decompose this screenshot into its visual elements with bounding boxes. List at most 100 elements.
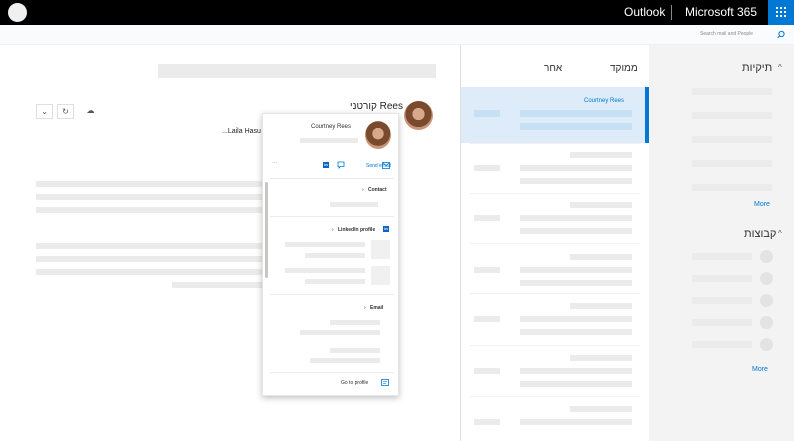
list-item[interactable]	[570, 254, 632, 260]
message-time	[474, 215, 500, 221]
message-time	[474, 419, 500, 425]
body-text-line	[36, 243, 262, 249]
favorites-more-link[interactable]: More	[754, 201, 770, 208]
row-separator	[470, 243, 640, 244]
profile-avatar[interactable]	[365, 121, 391, 149]
list-item[interactable]	[570, 303, 632, 309]
card-separator	[270, 216, 394, 217]
message-time	[474, 110, 500, 117]
list-item[interactable]	[520, 329, 632, 335]
group-item[interactable]	[692, 253, 752, 260]
tab-other[interactable]: אחר	[544, 63, 562, 74]
header-divider	[671, 5, 672, 20]
list-item[interactable]	[520, 228, 632, 234]
list-item[interactable]	[520, 419, 632, 425]
group-avatar	[760, 316, 773, 329]
message-time	[474, 368, 500, 374]
selection-indicator	[645, 87, 649, 143]
list-item[interactable]	[520, 178, 632, 184]
search-bar[interactable]	[0, 25, 794, 45]
row-separator	[470, 193, 640, 194]
email-item[interactable]	[330, 320, 380, 325]
folder-item[interactable]	[692, 184, 772, 191]
linkedin-item	[305, 279, 365, 284]
contact-section-title[interactable]: Contact	[368, 187, 387, 193]
message-time	[474, 165, 500, 171]
chevron-up-icon[interactable]: ^	[778, 229, 782, 238]
linkedin-section-title[interactable]: LinkedIn profile	[338, 227, 375, 233]
app-name[interactable]: Outlook	[624, 5, 665, 19]
app-launcher-icon[interactable]	[768, 0, 794, 25]
tab-focused[interactable]: ממוקד	[610, 63, 638, 74]
go-to-profile-link[interactable]: Go to profile	[341, 380, 368, 386]
profile-card-icon[interactable]	[381, 379, 389, 386]
list-item[interactable]	[570, 355, 632, 361]
groups-more-link[interactable]: More	[752, 366, 768, 373]
group-item[interactable]	[692, 341, 752, 348]
row-separator	[470, 143, 640, 144]
email-item[interactable]	[330, 348, 380, 353]
chevron-down-icon[interactable]: ⌄	[36, 104, 53, 119]
profile-title	[300, 138, 358, 143]
account-avatar[interactable]	[8, 3, 27, 22]
linkedin-item-logo	[371, 240, 390, 259]
list-item[interactable]	[520, 316, 632, 322]
card-separator	[270, 178, 394, 179]
group-item[interactable]	[692, 297, 752, 304]
list-item[interactable]	[570, 406, 632, 412]
chevron-up-icon[interactable]: ^	[778, 63, 782, 72]
chevron-right-icon[interactable]: ›	[362, 187, 364, 193]
sender-avatar[interactable]	[404, 101, 433, 130]
body-text-line	[36, 269, 262, 275]
list-item[interactable]	[570, 152, 632, 158]
like-icon[interactable]: ☁	[82, 104, 99, 119]
chevron-right-icon[interactable]: ›	[364, 305, 366, 311]
list-item[interactable]	[520, 368, 632, 374]
group-item[interactable]	[692, 319, 752, 326]
group-avatar	[760, 294, 773, 307]
recipients-line: ...Laila Hasu	[222, 128, 261, 135]
favorites-title[interactable]: תיקיות	[742, 62, 772, 74]
list-item[interactable]	[520, 280, 632, 286]
list-item[interactable]	[520, 381, 632, 387]
linkedin-icon[interactable]: in	[383, 226, 389, 232]
linkedin-icon[interactable]: in	[323, 162, 329, 168]
list-item[interactable]	[520, 165, 632, 171]
linkedin-item-logo	[371, 266, 390, 285]
folder-item[interactable]	[692, 112, 772, 119]
contact-detail	[330, 202, 378, 207]
groups-title[interactable]: קבוצות	[744, 228, 776, 240]
search-input[interactable]: Search mail and People	[700, 31, 753, 37]
message-preview	[520, 123, 632, 130]
sender-display-name[interactable]: קורטני Rees	[350, 101, 403, 112]
linkedin-item[interactable]	[285, 268, 365, 273]
card-scrollbar[interactable]	[265, 182, 268, 278]
chevron-right-icon[interactable]: ›	[332, 227, 334, 233]
chat-icon[interactable]	[337, 161, 345, 169]
body-text-line	[36, 181, 262, 187]
list-item[interactable]	[520, 267, 632, 273]
message-subject-placeholder	[158, 64, 436, 78]
top-bar	[0, 0, 794, 25]
list-item[interactable]	[520, 215, 632, 221]
group-avatar	[760, 338, 773, 351]
email-section-title[interactable]: Email	[370, 305, 383, 311]
message-time	[474, 316, 500, 322]
linkedin-item[interactable]	[285, 242, 365, 247]
body-text-line	[36, 256, 262, 262]
folder-item[interactable]	[692, 136, 772, 143]
mail-icon[interactable]	[382, 162, 390, 169]
list-item[interactable]	[570, 202, 632, 208]
message-time	[474, 267, 500, 273]
search-icon[interactable]	[776, 30, 786, 40]
card-separator	[270, 372, 394, 373]
folder-item[interactable]	[692, 88, 772, 95]
reply-icon[interactable]: ↻	[57, 104, 74, 119]
group-item[interactable]	[692, 275, 752, 282]
more-options-button[interactable]: ···	[272, 160, 277, 166]
row-separator	[470, 396, 640, 397]
message-subject	[520, 110, 632, 117]
folder-item[interactable]	[692, 160, 772, 167]
body-text-line	[172, 282, 262, 288]
suite-name[interactable]: Microsoft 365	[685, 5, 757, 19]
